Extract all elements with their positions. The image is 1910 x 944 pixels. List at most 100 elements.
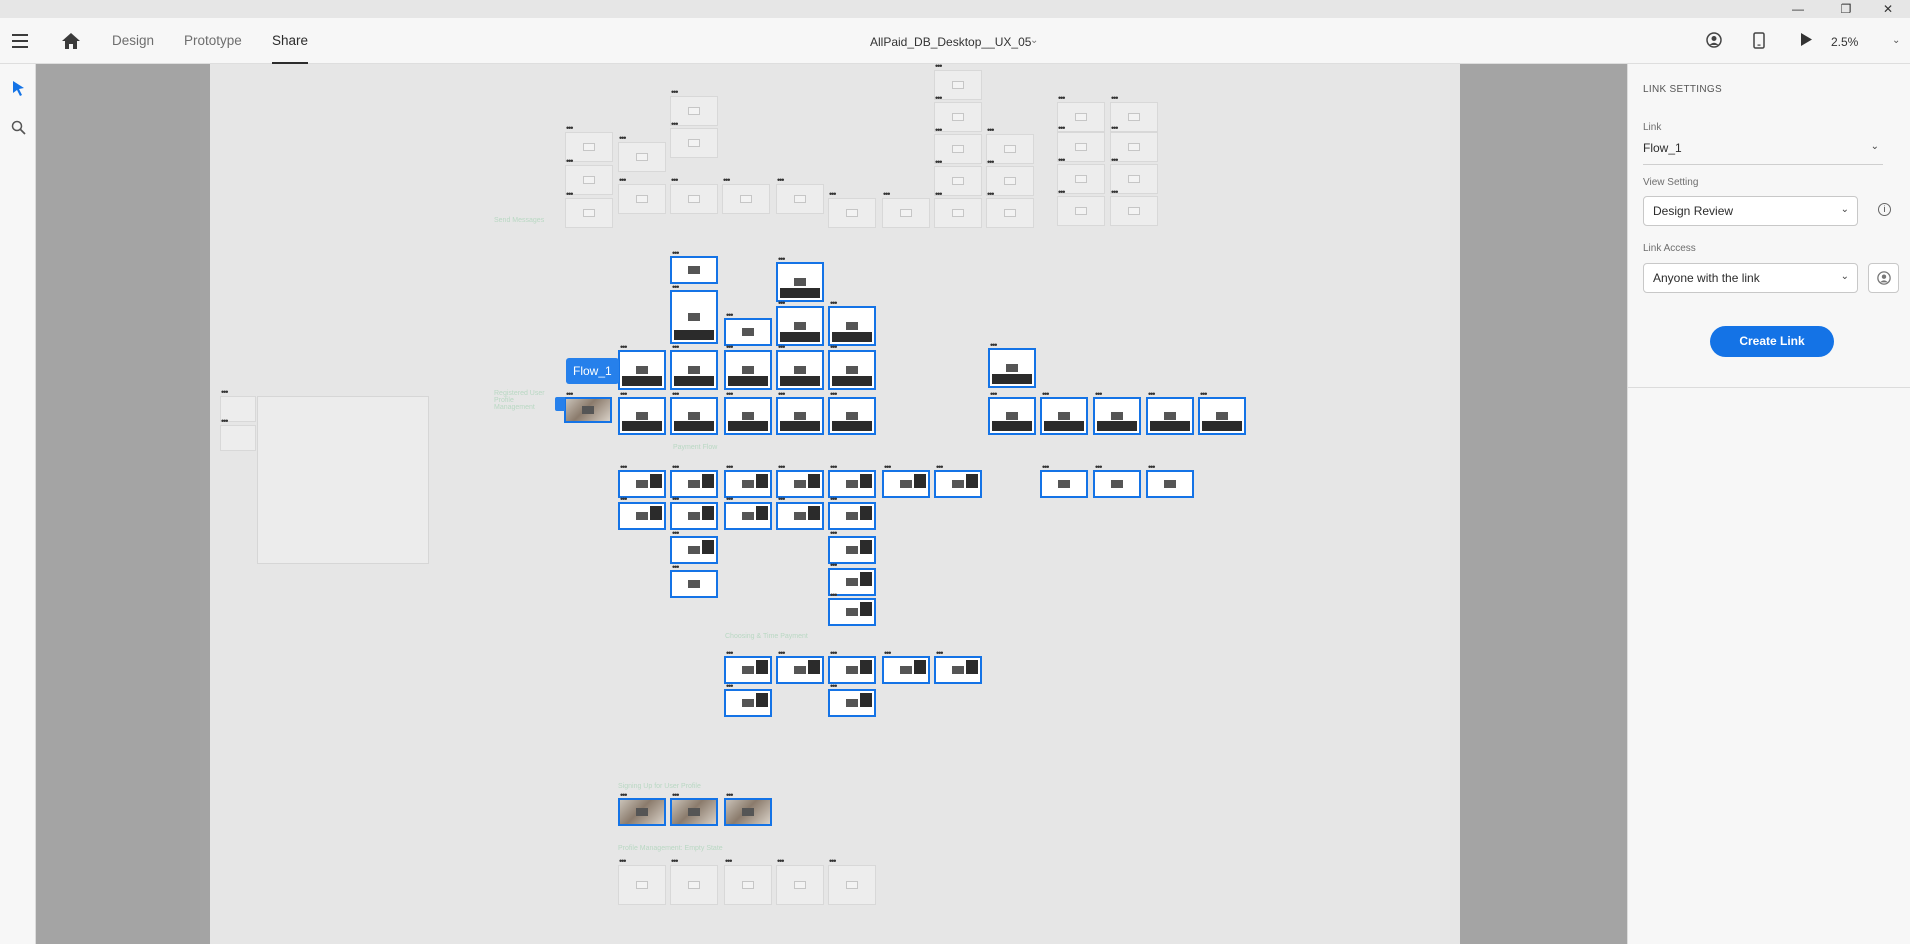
artboard-menu[interactable]: ••• xyxy=(566,190,574,199)
artboard[interactable]: ••• xyxy=(670,390,718,435)
tab-share[interactable]: Share xyxy=(272,33,309,64)
artboard-menu[interactable]: ••• xyxy=(830,529,838,538)
artboard-menu[interactable]: ••• xyxy=(830,649,838,658)
artboard[interactable]: ••• xyxy=(724,649,772,684)
artboard-menu[interactable]: ••• xyxy=(778,255,786,264)
artboard-menu[interactable]: ••• xyxy=(1111,124,1119,133)
artboard-menu[interactable]: ••• xyxy=(672,563,680,572)
artboard-menu[interactable]: ••• xyxy=(619,134,627,143)
artboard-menu[interactable]: ••• xyxy=(778,299,786,308)
artboard[interactable]: ••• xyxy=(986,190,1034,228)
artboard-menu[interactable]: ••• xyxy=(726,649,734,658)
artboard-menu[interactable]: ••• xyxy=(1058,188,1066,197)
artboard-menu[interactable]: ••• xyxy=(1200,390,1208,399)
artboard[interactable]: ••• xyxy=(828,299,876,346)
artboard-menu[interactable]: ••• xyxy=(935,158,943,167)
artboard-menu[interactable]: ••• xyxy=(936,649,944,658)
artboard-menu[interactable]: ••• xyxy=(672,249,680,258)
artboard-menu[interactable]: ••• xyxy=(778,649,786,658)
artboard[interactable]: ••• xyxy=(828,190,876,228)
artboard-menu[interactable]: ••• xyxy=(1111,188,1119,197)
artboard-menu[interactable]: ••• xyxy=(778,390,786,399)
artboard[interactable]: ••• xyxy=(670,529,718,564)
artboard-menu[interactable]: ••• xyxy=(566,157,574,166)
artboard[interactable]: ••• xyxy=(618,857,666,905)
artboard[interactable]: ••• xyxy=(776,390,824,435)
mobile-device-icon[interactable] xyxy=(1753,32,1765,49)
artboard-menu[interactable]: ••• xyxy=(830,343,838,352)
tab-prototype[interactable]: Prototype xyxy=(184,33,242,64)
artboard-menu[interactable]: ••• xyxy=(671,88,679,97)
artboard[interactable]: ••• xyxy=(670,563,718,598)
artboard[interactable]: ••• xyxy=(776,299,824,346)
artboard-menu[interactable]: ••• xyxy=(1058,124,1066,133)
artboard-menu[interactable]: ••• xyxy=(935,62,943,71)
artboard-menu[interactable]: ••• xyxy=(935,190,943,199)
close-icon[interactable]: ✕ xyxy=(1866,0,1910,18)
artboard-menu[interactable]: ••• xyxy=(671,857,679,866)
artboard-menu[interactable]: ••• xyxy=(987,158,995,167)
artboard-menu[interactable]: ••• xyxy=(777,176,785,185)
artboard[interactable]: ••• xyxy=(724,390,772,435)
artboard[interactable]: ••• xyxy=(1040,390,1088,435)
artboard-menu[interactable]: ••• xyxy=(987,190,995,199)
artboard[interactable]: ••• xyxy=(724,495,772,530)
user-avatar-icon[interactable] xyxy=(1706,32,1722,48)
artboard-menu[interactable]: ••• xyxy=(620,791,628,800)
artboard-menu[interactable]: ••• xyxy=(672,390,680,399)
artboard[interactable]: ••• xyxy=(988,390,1036,435)
artboard-menu[interactable]: ••• xyxy=(620,390,628,399)
artboard[interactable]: ••• xyxy=(724,857,772,905)
artboard[interactable]: ••• xyxy=(882,649,930,684)
artboard[interactable]: ••• xyxy=(934,190,982,228)
artboard-menu[interactable]: ••• xyxy=(1148,463,1156,472)
artboard[interactable]: ••• xyxy=(618,495,666,530)
artboard-menu[interactable]: ••• xyxy=(830,591,838,600)
artboard[interactable]: ••• xyxy=(618,343,666,390)
artboard-menu[interactable]: ••• xyxy=(566,390,574,399)
artboard-menu[interactable]: ••• xyxy=(829,190,837,199)
artboard-menu[interactable]: ••• xyxy=(1095,390,1103,399)
view-setting-select[interactable]: Design Review ⌄ xyxy=(1643,196,1858,226)
flow-start-badge[interactable]: Flow_1 xyxy=(566,358,619,384)
artboard[interactable]: ••• xyxy=(1093,463,1141,498)
artboard-menu[interactable]: ••• xyxy=(1042,463,1050,472)
artboard[interactable]: ••• xyxy=(828,682,876,717)
play-icon[interactable] xyxy=(1800,32,1813,47)
artboard[interactable]: ••• xyxy=(724,682,772,717)
artboard-menu[interactable]: ••• xyxy=(726,311,734,320)
artboard-menu[interactable]: ••• xyxy=(935,94,943,103)
artboard-menu[interactable]: ••• xyxy=(672,791,680,800)
artboard-menu[interactable]: ••• xyxy=(1111,156,1119,165)
artboard-menu[interactable]: ••• xyxy=(830,463,838,472)
artboard[interactable]: ••• xyxy=(670,176,718,214)
search-icon[interactable] xyxy=(11,120,26,135)
artboard[interactable]: ••• xyxy=(724,343,772,390)
artboard[interactable]: ••• xyxy=(670,120,718,158)
artboard[interactable]: ••• xyxy=(828,857,876,905)
artboard[interactable]: ••• xyxy=(724,791,772,826)
artboard[interactable]: ••• xyxy=(1146,463,1194,498)
artboard[interactable]: ••• xyxy=(618,390,666,435)
artboard-menu[interactable]: ••• xyxy=(778,463,786,472)
artboard[interactable]: ••• xyxy=(776,495,824,530)
artboard-menu[interactable]: ••• xyxy=(725,857,733,866)
artboard[interactable]: ••• xyxy=(670,283,718,344)
artboard-menu[interactable]: ••• xyxy=(726,463,734,472)
artboard[interactable]: ••• xyxy=(934,649,982,684)
artboard[interactable]: ••• xyxy=(828,591,876,626)
artboard-menu[interactable]: ••• xyxy=(566,124,574,133)
artboard[interactable]: ••• xyxy=(776,255,824,302)
create-link-button[interactable]: Create Link xyxy=(1710,326,1834,357)
chevron-down-icon[interactable]: ⌄ xyxy=(1030,35,1038,46)
artboard-menu[interactable]: ••• xyxy=(620,495,628,504)
artboard-menu[interactable]: ••• xyxy=(620,463,628,472)
artboard-menu[interactable]: ••• xyxy=(990,390,998,399)
faded-sitemap-artboard[interactable] xyxy=(257,396,429,564)
artboard-menu[interactable]: ••• xyxy=(830,390,838,399)
artboard-menu[interactable]: ••• xyxy=(830,299,838,308)
artboard[interactable]: ••• xyxy=(618,176,666,214)
artboard-menu[interactable]: ••• xyxy=(671,176,679,185)
artboard[interactable]: ••• xyxy=(882,463,930,498)
link-access-select[interactable]: Anyone with the link ⌄ xyxy=(1643,263,1858,293)
